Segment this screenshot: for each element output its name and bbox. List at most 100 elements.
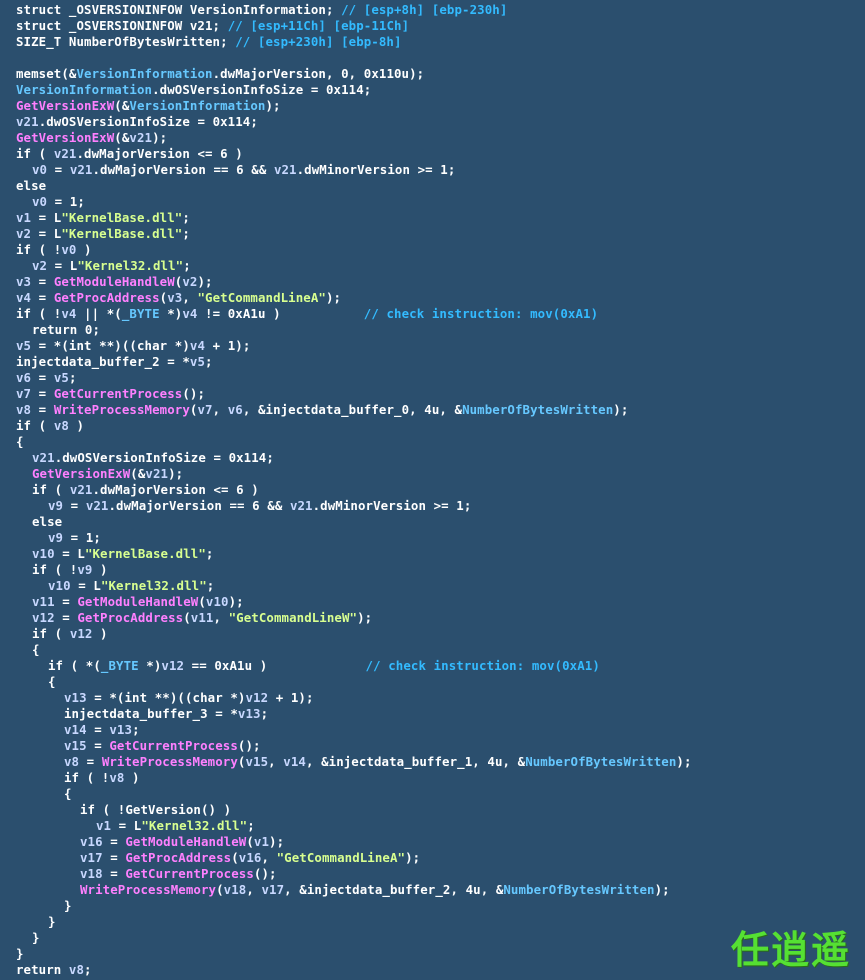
code-line[interactable]: } (48, 914, 56, 930)
code-line[interactable]: injectdata_buffer_2 = *v5; (16, 354, 213, 370)
code-text: { (32, 642, 40, 657)
code-line[interactable]: v12 = GetProcAddress(v11, "GetCommandLin… (32, 610, 372, 626)
function-name: GetProcAddress (77, 610, 184, 625)
code-line[interactable]: v11 = GetModuleHandleW(v10); (32, 594, 244, 610)
code-text: = (54, 594, 78, 609)
code-line[interactable]: } (64, 898, 72, 914)
code-line[interactable]: if ( !v4 || *(_BYTE *)v4 != 0xA1u ) // c… (16, 306, 598, 322)
global-variable: VersionInformation (76, 66, 213, 81)
code-text: { (16, 434, 24, 449)
local-variable: v16 (238, 850, 262, 865)
code-line[interactable]: v2 = L"KernelBase.dll"; (16, 226, 190, 242)
code-line[interactable]: GetVersionExW(&v21); (32, 466, 183, 482)
code-line[interactable]: v17 = GetProcAddress(v16, "GetCommandLin… (80, 850, 420, 866)
local-variable: v4 (189, 338, 206, 353)
code-text: ( (216, 882, 224, 897)
code-line[interactable]: v18 = GetCurrentProcess(); (80, 866, 277, 882)
code-line[interactable]: v1 = L"Kernel32.dll"; (96, 818, 255, 834)
code-line[interactable]: VersionInformation.dwOSVersionInfoSize =… (16, 82, 371, 98)
code-line[interactable]: WriteProcessMemory(v18, v17, &injectdata… (80, 882, 670, 898)
code-line[interactable]: memset(&VersionInformation.dwMajorVersio… (16, 66, 424, 82)
code-line[interactable]: v7 = GetCurrentProcess(); (16, 386, 205, 402)
code-line[interactable]: { (32, 642, 40, 658)
global-variable: _BYTE (121, 306, 160, 321)
code-line[interactable]: SIZE_T NumberOfBytesWritten; // [esp+230… (16, 34, 402, 50)
code-line[interactable]: if ( v21.dwMajorVersion <= 6 ) (16, 146, 243, 162)
code-line[interactable]: v4 = GetProcAddress(v3, "GetCommandLineA… (16, 290, 341, 306)
code-line[interactable]: v6 = v5; (16, 370, 77, 386)
code-text: ; (247, 818, 255, 833)
code-line[interactable]: v1 = L"KernelBase.dll"; (16, 210, 190, 226)
code-line[interactable]: v8 = WriteProcessMemory(v15, v14, &injec… (64, 754, 692, 770)
code-line[interactable]: return v8; (16, 962, 92, 978)
local-variable: v12 (161, 658, 185, 673)
code-line[interactable]: v15 = GetCurrentProcess(); (64, 738, 261, 754)
local-variable: v17 (261, 882, 285, 897)
code-text: ; (68, 370, 77, 385)
code-line[interactable]: if ( v8 ) (16, 418, 84, 434)
code-text: = *(int **)((char *) (31, 338, 190, 353)
code-text: .dwOSVersionInfoSize = 0x114; (38, 114, 258, 129)
code-line[interactable]: v16 = GetModuleHandleW(v1); (80, 834, 284, 850)
function-name: GetModuleHandleW (125, 834, 247, 849)
code-text: *) (138, 658, 162, 673)
local-variable: v18 (223, 882, 247, 897)
code-line[interactable]: v21.dwOSVersionInfoSize = 0x114; (16, 114, 258, 130)
code-line[interactable]: injectdata_buffer_3 = *v13; (64, 706, 268, 722)
code-line[interactable]: GetVersionExW(&v21); (16, 130, 167, 146)
local-variable: v6 (227, 402, 243, 417)
local-variable: v21 (69, 482, 93, 497)
code-line[interactable]: v21.dwOSVersionInfoSize = 0x114; (32, 450, 274, 466)
local-variable: v13 (109, 722, 133, 737)
code-text: = *(int **)((char *) (86, 690, 246, 705)
code-line[interactable]: if ( !v0 ) (16, 242, 92, 258)
code-text: , &injectdata_buffer_0, 4u, & (242, 402, 463, 417)
code-text: , &injectdata_buffer_2, 4u, & (284, 882, 504, 897)
code-line[interactable]: if ( !v8 ) (64, 770, 140, 786)
code-line[interactable]: v0 = 1; (32, 194, 85, 210)
code-line[interactable]: if ( v12 ) (32, 626, 108, 642)
code-text: } (64, 898, 72, 913)
code-text: .dwOSVersionInfoSize = 0x114; (152, 82, 372, 97)
code-line[interactable]: struct _OSVERSIONINFOW VersionInformatio… (16, 2, 507, 18)
code-line[interactable]: { (64, 786, 72, 802)
code-line[interactable]: { (48, 674, 56, 690)
code-line[interactable]: v13 = *(int **)((char *)v12 + 1); (64, 690, 314, 706)
local-variable: v2 (32, 258, 48, 273)
pseudocode-view: struct _OSVERSIONINFOW VersionInformatio… (0, 0, 865, 980)
code-line[interactable]: v10 = L"Kernel32.dll"; (48, 578, 214, 594)
code-line[interactable]: GetVersionExW(&VersionInformation); (16, 98, 281, 114)
code-line[interactable]: } (16, 946, 24, 962)
code-line[interactable]: return 0; (32, 322, 100, 338)
code-text: = (86, 738, 110, 753)
code-line[interactable]: v10 = L"KernelBase.dll"; (32, 546, 213, 562)
code-line[interactable]: if ( v21.dwMajorVersion <= 6 ) (32, 482, 259, 498)
code-line[interactable]: if ( *(_BYTE *)v12 == 0xA1u ) // check i… (48, 658, 600, 674)
code-line[interactable]: v2 = L"Kernel32.dll"; (32, 258, 191, 274)
code-line[interactable]: struct _OSVERSIONINFOW v21; // [esp+11Ch… (16, 18, 409, 34)
local-variable: v7 (16, 386, 32, 401)
code-text: if ( (32, 626, 70, 641)
code-line[interactable]: else (32, 514, 62, 530)
code-text: if ( (16, 418, 54, 433)
code-line[interactable]: v9 = v21.dwMajorVersion == 6 && v21.dwMi… (48, 498, 471, 514)
code-line[interactable]: v14 = v13; (64, 722, 140, 738)
code-line[interactable]: if ( !v9 ) (32, 562, 108, 578)
code-line[interactable]: v3 = GetModuleHandleW(v2); (16, 274, 213, 290)
code-line[interactable]: } (32, 930, 40, 946)
local-variable: v3 (16, 274, 32, 289)
code-line[interactable]: v9 = 1; (48, 530, 101, 546)
code-line[interactable]: v5 = *(int **)((char *)v4 + 1); (16, 338, 250, 354)
code-text: } (16, 946, 24, 961)
local-variable: v1 (16, 210, 32, 225)
local-variable: v14 (283, 754, 306, 769)
code-text: = (31, 274, 54, 289)
code-text: .dwMajorVersion <= 6 ) (92, 482, 259, 497)
code-line[interactable]: v0 = v21.dwMajorVersion == 6 && v21.dwMi… (32, 162, 455, 178)
function-name: GetCurrentProcess (109, 738, 238, 753)
code-line[interactable]: else (16, 178, 46, 194)
code-line[interactable]: v8 = WriteProcessMemory(v7, v6, &injectd… (16, 402, 628, 418)
code-line[interactable]: { (16, 434, 24, 450)
local-variable: v11 (32, 594, 55, 609)
code-line[interactable]: if ( !GetVersion() ) (80, 802, 231, 818)
